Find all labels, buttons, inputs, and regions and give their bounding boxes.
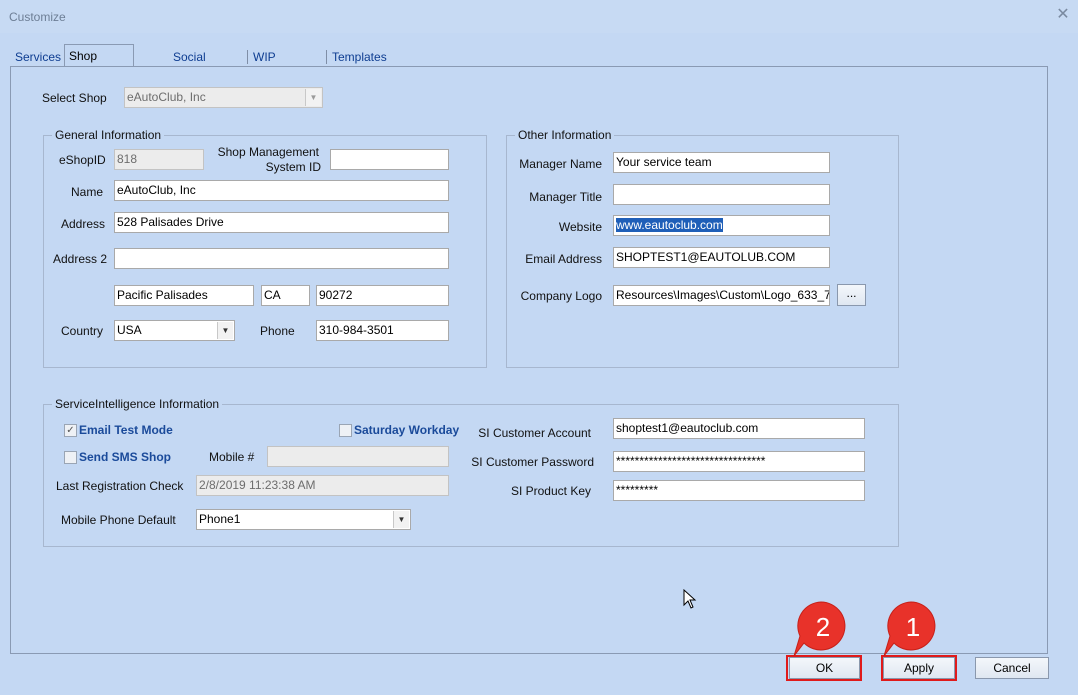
last-registration-label: Last Registration Check xyxy=(56,479,184,493)
address2-label: Address 2 xyxy=(53,252,108,266)
callout-marker-1: 1 xyxy=(883,601,936,657)
tab-templates[interactable]: Templates xyxy=(332,50,387,65)
mobile-phone-default-value: Phone1 xyxy=(199,512,241,526)
select-shop-value: eAutoClub, Inc xyxy=(127,90,206,104)
eshopid-field[interactable]: 818 xyxy=(114,149,204,170)
title-bar: Customize ✕ xyxy=(0,0,1078,33)
select-shop-label: Select Shop xyxy=(42,91,107,105)
mobile-label: Mobile # xyxy=(209,450,255,464)
mobile-phone-default-label: Mobile Phone Default xyxy=(61,513,176,527)
manager-name-label: Manager Name xyxy=(519,157,602,171)
tab-separator xyxy=(247,50,248,64)
address-label: Address xyxy=(61,217,106,231)
phone-label: Phone xyxy=(260,324,295,338)
chevron-down-icon[interactable]: ▼ xyxy=(393,511,409,528)
manager-title-field[interactable] xyxy=(613,184,830,205)
sms-id-label-line2: System ID xyxy=(265,160,321,174)
email-test-mode-label: Email Test Mode xyxy=(79,423,173,437)
other-information-title: Other Information xyxy=(515,128,615,142)
callout-number-1: 1 xyxy=(906,612,920,642)
tab-wip-settings[interactable]: WIP Settings xyxy=(253,50,296,78)
website-selected-text: www.eautoclub.com xyxy=(616,218,723,232)
state-field[interactable]: CA xyxy=(261,285,310,306)
city-field[interactable]: Pacific Palisades xyxy=(114,285,254,306)
company-logo-field[interactable]: Resources\Images\Custom\Logo_633_78 xyxy=(613,285,830,306)
address-field[interactable]: 528 Palisades Drive xyxy=(114,212,449,233)
send-sms-shop-label: Send SMS Shop xyxy=(79,450,172,464)
name-label: Name xyxy=(71,185,104,199)
sms-id-label-line1: Shop Management xyxy=(217,145,319,159)
company-logo-label: Company Logo xyxy=(520,289,602,303)
phone-field[interactable]: 310-984-3501 xyxy=(316,320,449,341)
tab-separator xyxy=(326,50,327,64)
si-product-key-field[interactable]: ********* xyxy=(613,480,865,501)
window-title: Customize xyxy=(9,10,66,24)
tab-shop-information[interactable]: Shop Information xyxy=(64,44,135,85)
chevron-down-icon[interactable]: ▼ xyxy=(305,89,321,106)
close-icon[interactable]: ✕ xyxy=(1054,6,1072,24)
chevron-down-icon[interactable]: ▼ xyxy=(217,322,233,339)
tab-services[interactable]: Services xyxy=(15,50,61,65)
callout-marker-2: 2 xyxy=(793,601,846,657)
country-label: Country xyxy=(61,324,104,338)
browse-logo-button[interactable]: ... xyxy=(837,284,866,306)
tab-social-media[interactable]: Social Media xyxy=(173,50,206,78)
callout-number-2: 2 xyxy=(816,612,830,642)
website-label: Website xyxy=(558,220,602,234)
address2-field[interactable] xyxy=(114,248,449,269)
si-customer-password-field[interactable]: ******************************** xyxy=(613,451,865,472)
website-field[interactable]: www.eautoclub.com xyxy=(613,215,830,236)
si-product-key-label: SI Product Key xyxy=(510,484,591,498)
saturday-workday-label: Saturday Workday xyxy=(354,423,460,437)
email-address-label: Email Address xyxy=(525,252,602,266)
eshopid-label: eShopID xyxy=(59,153,106,167)
country-combo[interactable]: USA ▼ xyxy=(114,320,235,341)
last-registration-field[interactable]: 2/8/2019 11:23:38 AM xyxy=(196,475,449,496)
mobile-field[interactable] xyxy=(267,446,449,467)
cancel-button[interactable]: Cancel xyxy=(975,657,1049,679)
mobile-phone-default-combo[interactable]: Phone1 ▼ xyxy=(196,509,411,530)
si-customer-password-label: SI Customer Password xyxy=(471,455,594,469)
zip-field[interactable]: 90272 xyxy=(316,285,449,306)
select-shop-combo[interactable]: eAutoClub, Inc ▼ xyxy=(124,87,323,108)
mouse-pointer-icon xyxy=(683,589,697,609)
country-value: USA xyxy=(117,323,142,337)
customize-window: Customize ✕ Services Shop Information So… xyxy=(0,0,1078,695)
shop-management-system-id-field[interactable] xyxy=(330,149,449,170)
saturday-workday-checkbox[interactable] xyxy=(339,424,352,437)
manager-name-field[interactable]: Your service team xyxy=(613,152,830,173)
general-information-title: General Information xyxy=(52,128,165,142)
manager-title-label: Manager Title xyxy=(529,190,602,204)
send-sms-shop-checkbox[interactable] xyxy=(64,451,77,464)
si-customer-account-field[interactable]: shoptest1@eautoclub.com xyxy=(613,418,865,439)
email-address-field[interactable]: SHOPTEST1@EAUTOLUB.COM xyxy=(613,247,830,268)
name-field[interactable]: eAutoClub, Inc xyxy=(114,180,449,201)
email-test-mode-checkbox[interactable]: ✓ xyxy=(64,424,77,437)
serviceintelligence-title: ServiceIntelligence Information xyxy=(52,397,223,411)
si-customer-account-label: SI Customer Account xyxy=(478,426,591,440)
